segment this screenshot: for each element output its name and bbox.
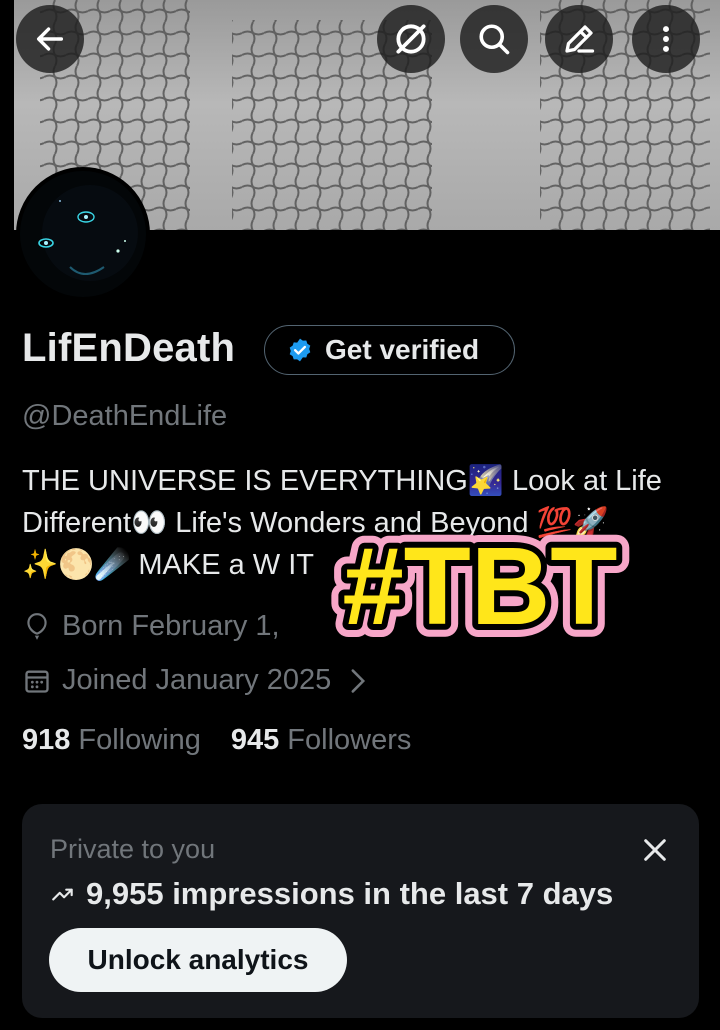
chevron-right-icon bbox=[349, 668, 367, 694]
followers-link[interactable]: 945 Followers bbox=[231, 724, 411, 757]
back-button[interactable] bbox=[16, 5, 84, 73]
sticker-text: #TBT bbox=[343, 525, 618, 644]
close-icon bbox=[644, 839, 666, 861]
bio-line: THE UNIVERSE IS EVERYTHING🌠 Look at Life bbox=[22, 465, 662, 497]
no-sign-icon bbox=[396, 24, 426, 54]
avatar-face-image bbox=[20, 171, 146, 297]
unlock-analytics-button[interactable]: Unlock analytics bbox=[49, 928, 347, 992]
get-verified-button[interactable]: Get verified bbox=[264, 325, 515, 375]
more-vertical-icon bbox=[663, 26, 669, 52]
get-verified-label: Get verified bbox=[325, 334, 480, 365]
profile-name: LifEnDeath bbox=[22, 326, 236, 370]
joined-row[interactable]: Joined January 2025 bbox=[22, 664, 367, 697]
impressions-text: 9,955 impressions in the last 7 days bbox=[86, 876, 614, 911]
edit-icon bbox=[565, 25, 595, 53]
birthdate-row: Born February 1, bbox=[22, 610, 280, 643]
follow-counts: 918 Following 945 Followers bbox=[22, 724, 411, 757]
grok-button[interactable] bbox=[377, 5, 445, 73]
back-arrow-icon bbox=[36, 27, 64, 51]
following-count: 918 bbox=[22, 724, 71, 756]
avatar[interactable] bbox=[16, 167, 150, 301]
joined-text: Joined January 2025 bbox=[62, 664, 332, 696]
trending-up-icon bbox=[52, 888, 73, 901]
private-label: Private to you bbox=[50, 834, 216, 864]
analytics-card: Private to you 9,955 impressions in the … bbox=[22, 804, 699, 1018]
verified-badge-icon bbox=[289, 338, 311, 362]
search-icon bbox=[479, 24, 510, 55]
following-label: Following bbox=[78, 724, 201, 756]
followers-label: Followers bbox=[287, 724, 412, 756]
impressions-row: 9,955 impressions in the last 7 days bbox=[50, 876, 613, 912]
edit-button[interactable] bbox=[545, 5, 613, 73]
profile-handle: @DeathEndLife bbox=[22, 400, 228, 432]
search-button[interactable] bbox=[460, 5, 528, 73]
birthdate-text: Born February 1, bbox=[62, 610, 280, 642]
balloon-icon bbox=[22, 612, 52, 642]
close-button[interactable] bbox=[639, 834, 671, 866]
following-link[interactable]: 918 Following bbox=[22, 724, 201, 757]
followers-count: 945 bbox=[230, 724, 280, 756]
tbt-sticker: #TBT #TBT #TBT bbox=[330, 520, 631, 644]
more-button[interactable] bbox=[632, 5, 700, 73]
calendar-icon bbox=[22, 666, 52, 696]
